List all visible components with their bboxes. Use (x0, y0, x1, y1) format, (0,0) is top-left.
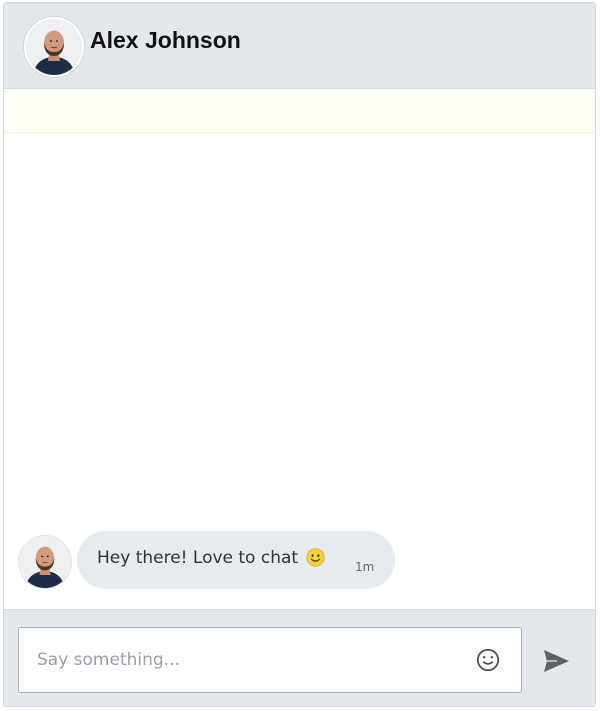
notice-strip (4, 89, 595, 133)
contact-name: Alex Johnson (90, 27, 241, 53)
message-avatar-image (19, 536, 71, 588)
chat-window: Alex Johnson Hey there! Love to chat 1m … (3, 2, 596, 707)
chat-header: Alex Johnson (4, 3, 595, 89)
send-icon[interactable] (540, 646, 572, 676)
message-timestamp: 1m (355, 560, 375, 574)
emoji-icon[interactable] (475, 647, 501, 673)
message-avatar (18, 535, 72, 589)
smiling-face-emoji-icon (306, 548, 325, 567)
message-bubble: Hey there! Love to chat 1m (77, 531, 395, 589)
message-composer (4, 609, 595, 706)
message-input-box (18, 627, 522, 693)
contact-avatar-image (26, 19, 82, 75)
contact-avatar[interactable] (24, 17, 84, 77)
message-list: Hey there! Love to chat 1m (4, 133, 595, 609)
message-input[interactable] (37, 647, 457, 673)
message-text: Hey there! Love to chat (97, 548, 299, 568)
